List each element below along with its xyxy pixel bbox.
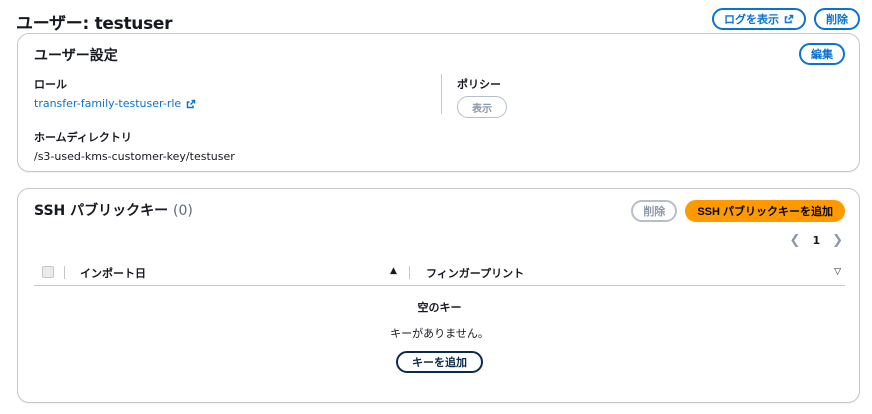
role-label: ロール [34,78,67,91]
ssh-keys-title: SSH パブリックキー (0) [34,200,193,220]
add-ssh-key-button[interactable]: SSH パブリックキーを追加 [685,200,845,222]
ssh-keys-title-text: SSH パブリックキー [34,203,169,219]
empty-state-title: 空のキー [417,301,462,314]
page-title: ユーザー: testuser [16,14,173,34]
view-logs-label: ログを表示 [724,14,779,26]
column-separator [409,266,410,279]
policy-label: ポリシー [457,78,501,91]
chevron-right-icon[interactable]: ❯ [832,233,843,248]
user-settings-title: ユーザー設定 [34,48,118,64]
home-directory-field: ホームディレクトリ /s3-used-kms-customer-key/test… [34,129,235,163]
home-directory-label: ホームディレクトリ [34,131,132,144]
policy-field: ポリシー 表示 [457,76,507,118]
view-logs-button[interactable]: ログを表示 [712,8,806,30]
delete-key-button[interactable]: 削除 [631,200,678,222]
page-header: ユーザー: testuser ログを表示 削除 [16,6,860,34]
sort-descending-icon[interactable]: ▽ [834,267,841,277]
empty-state: 空のキー キーがありません。 キーを追加 [34,299,845,373]
header-actions: ログを表示 削除 [712,8,860,30]
pagination: ❮ 1 ❯ [790,233,843,248]
column-header-import-date[interactable]: インポート日 [80,265,146,281]
empty-add-key-button[interactable]: キーを追加 [396,351,483,373]
ssh-keys-count: (0) [173,203,193,219]
view-policy-button[interactable]: 表示 [457,96,507,118]
external-link-icon [186,99,196,109]
ssh-keys-container: SSH パブリックキー (0) 削除 SSH パブリックキーを追加 ❮ 1 ❯ … [17,188,860,403]
external-link-icon [784,14,794,24]
empty-state-message: キーがありません。 [390,327,489,340]
role-link[interactable]: transfer-family-testuser-rle [34,97,196,110]
column-divider [441,74,442,114]
select-all-checkbox[interactable] [42,266,54,278]
user-settings-container: ユーザー設定 編集 ロール transfer-family-testuser-r… [17,33,860,172]
ssh-actions: 削除 SSH パブリックキーを追加 [631,200,845,222]
chevron-left-icon[interactable]: ❮ [790,233,801,248]
role-link-text: transfer-family-testuser-rle [34,97,182,110]
table-header: インポート日 ▲ フィンガープリント ▽ [34,259,845,286]
sort-ascending-icon[interactable]: ▲ [390,266,397,276]
column-header-fingerprint[interactable]: フィンガープリント [426,265,524,281]
home-directory-value: /s3-used-kms-customer-key/testuser [34,150,235,163]
user-detail-page: ユーザー: testuser ログを表示 削除 ユーザー設定 編集 ロール tr… [0,0,872,414]
page-number[interactable]: 1 [812,234,820,247]
column-separator [64,266,65,279]
role-field: ロール transfer-family-testuser-rle [34,76,196,111]
edit-button[interactable]: 編集 [799,43,845,65]
delete-user-button[interactable]: 削除 [814,8,860,30]
